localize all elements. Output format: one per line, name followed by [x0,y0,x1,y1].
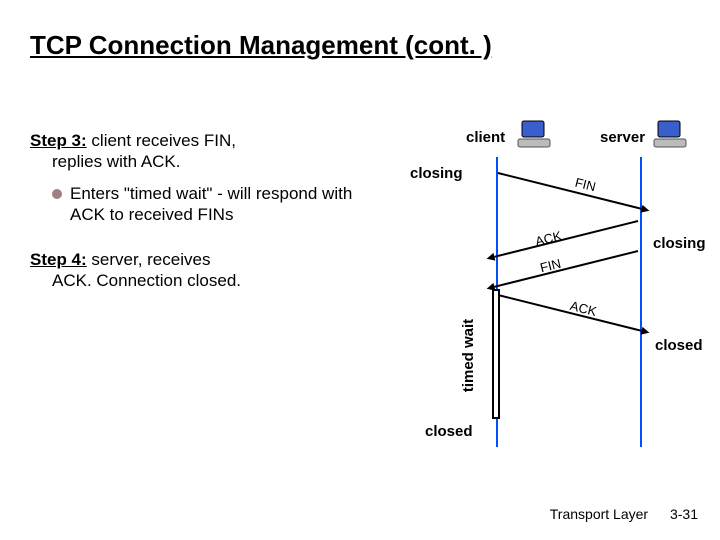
step4-line2: ACK. Connection closed. [52,270,370,291]
msg-fin2: FIN [538,256,562,276]
step3-bullet: Enters "timed wait" - will respond with … [52,183,370,226]
footer-layer: Transport Layer [550,506,648,522]
server-lifeline [640,157,642,447]
step3-block: Step 3: client receives FIN, replies wit… [30,130,370,225]
step4-block: Step 4: server, receives ACK. Connection… [30,249,370,292]
state-closed-client: closed [425,423,473,440]
state-closing-client: closing [410,165,463,182]
computer-icon [516,119,554,151]
step3-line1: client receives FIN, [87,131,236,150]
slide-footer: Transport Layer 3-31 [550,506,698,522]
msg-ack2: ACK [569,298,599,319]
timed-wait-label: timed wait [460,319,477,392]
step4-header: Step 4: [30,250,87,269]
step3-line2: replies with ACK. [52,151,370,172]
state-closing-server: closing [653,235,706,252]
msg-ack1: ACK [534,228,564,249]
step4-line1: server, receives [87,250,211,269]
step3-header: Step 3: [30,131,87,150]
slide-title: TCP Connection Management (cont. ) [30,30,492,61]
state-closed-server: closed [655,337,703,354]
footer-page-number: 3-31 [670,506,698,522]
timed-wait-box [492,289,500,419]
left-text-column: Step 3: client receives FIN, replies wit… [30,130,370,292]
computer-icon [652,119,690,151]
client-label: client [466,129,505,146]
sequence-diagram: client server closing FIN ACK closing FI… [380,125,700,455]
server-label: server [600,129,645,146]
